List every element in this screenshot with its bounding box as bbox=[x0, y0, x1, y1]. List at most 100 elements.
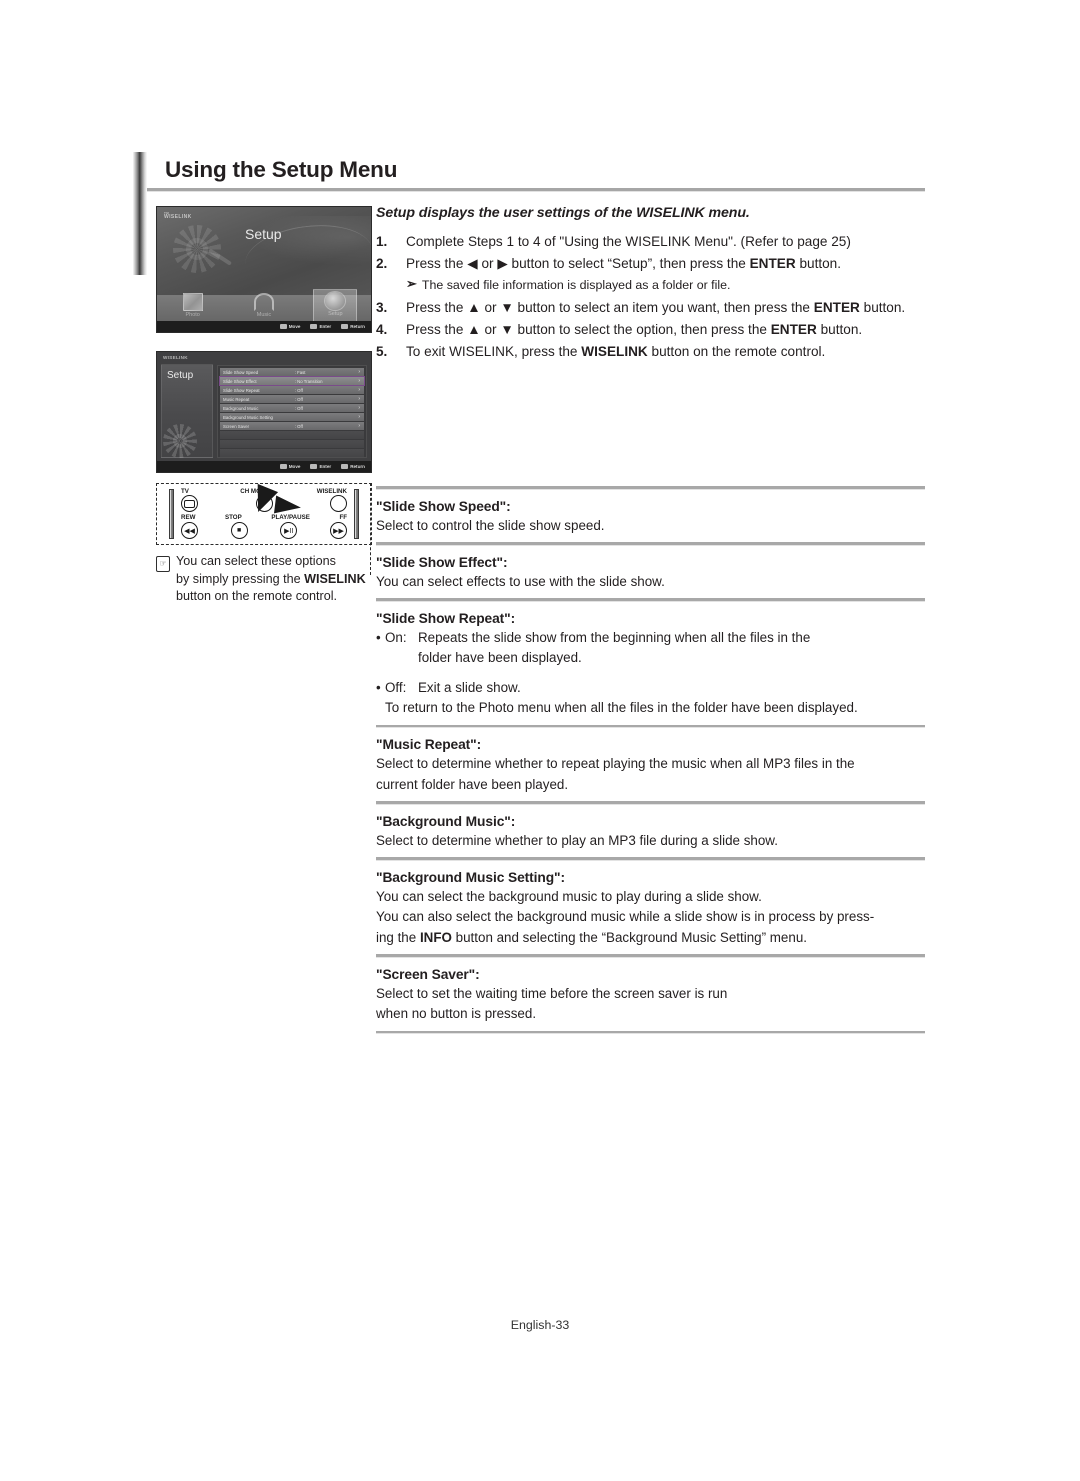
step-text-part: button to select “Setup”, then press the bbox=[507, 256, 750, 271]
tv2-hint-move-label: Move bbox=[288, 464, 301, 469]
tv2-row-label: Music Repeat bbox=[223, 396, 250, 402]
bms-l3-post: button and selecting the “Background Mus… bbox=[451, 929, 807, 945]
up-arrow-icon: ▲ bbox=[467, 322, 481, 337]
step-text-part: To exit WISELINK, press the bbox=[406, 344, 582, 359]
step-text-part: button to select an item you want, then … bbox=[513, 300, 814, 315]
page-title: Using the Setup Menu bbox=[165, 157, 398, 182]
tv2-row-slide-show-repeat[interactable]: Slide Show Repeat : Off › bbox=[220, 386, 364, 394]
tv1-hint-return: Return bbox=[341, 324, 365, 329]
definition-term-background-music-setting: "Background Music Setting": bbox=[376, 869, 565, 885]
tv2-row-empty bbox=[220, 440, 364, 448]
step-text: Press the ▲ or ▼ button to select the op… bbox=[406, 320, 925, 340]
tv2-row-background-music-setting[interactable]: Background Music Setting › bbox=[220, 413, 364, 421]
definition-term-music-repeat: "Music Repeat": bbox=[376, 737, 482, 752]
tv2-row-music-repeat[interactable]: Music Repeat : Off › bbox=[220, 395, 364, 403]
tv2-row-empty bbox=[220, 449, 364, 457]
tv2-hint-return-label: Return bbox=[350, 464, 365, 469]
setup-gear-icon bbox=[325, 291, 346, 310]
remote-mid-labels: REW STOP PLAY/PAUSE FF bbox=[181, 514, 347, 521]
tv2-row-label: Slide Show Effect bbox=[223, 378, 257, 384]
page-footer: English-33 bbox=[510, 1318, 570, 1332]
move-key-icon bbox=[279, 464, 287, 469]
chevron-right-icon: › bbox=[358, 387, 360, 393]
play-pause-button[interactable]: ▶II bbox=[280, 522, 298, 539]
chevron-right-icon: › bbox=[358, 378, 360, 384]
stop-button[interactable]: ■ bbox=[230, 522, 248, 539]
step-number: 3. bbox=[376, 300, 388, 315]
section-divider bbox=[376, 857, 925, 861]
tv2-row-slide-show-speed[interactable]: Slide Show Speed : Fast › bbox=[220, 368, 364, 376]
document-page: Using the Setup Menu TM WISELINK Setup P… bbox=[0, 0, 1080, 1481]
tv2-row-value: : Off bbox=[294, 387, 303, 393]
remote-note-line2-pre: by simply pressing the bbox=[176, 571, 305, 586]
section-divider bbox=[376, 724, 925, 728]
tv1-menu-item-photo[interactable]: Photo bbox=[171, 291, 215, 325]
tv2-hint-return: Return bbox=[341, 464, 365, 469]
step-text: Complete Steps 1 to 4 of "Using the WISE… bbox=[406, 232, 925, 252]
step-text: To exit WISELINK, press the WISELINK but… bbox=[406, 342, 925, 362]
tv1-hint-enter: Enter bbox=[310, 324, 331, 329]
tv2-hint-enter-label: Enter bbox=[319, 464, 332, 469]
step-note: ➢ The saved file information is displaye… bbox=[406, 276, 925, 295]
remote-label-ff: FF bbox=[339, 514, 347, 521]
title-divider bbox=[147, 188, 925, 192]
definition-term-slide-show-repeat: "Slide Show Repeat": bbox=[376, 610, 516, 626]
tv2-row-value: : No Transition bbox=[294, 378, 323, 384]
definition-body-music-repeat-l2: current folder have been played. bbox=[376, 776, 569, 792]
up-arrow-icon: ▲ bbox=[467, 300, 481, 315]
definition-body-slide-show-speed: Select to control the slide show speed. bbox=[376, 517, 605, 533]
step-text-bold: WISELINK bbox=[581, 344, 648, 359]
remote-control-diagram: TV CH MGR WISELINK REW STOP PLAY/PAUSE F… bbox=[156, 483, 372, 545]
tv1-hint-move-label: Move bbox=[288, 324, 301, 329]
definition-bullet-on-cont: folder have been displayed. bbox=[418, 650, 582, 665]
tv2-row-slide-show-effect[interactable]: Slide Show Effect : No Transition › bbox=[219, 376, 365, 386]
step-item: 5. To exit WISELINK, press the WISELINK … bbox=[376, 342, 925, 362]
music-icon bbox=[253, 292, 274, 311]
bms-l3-pre: ing the bbox=[376, 929, 420, 945]
step-text-part: Complete Steps 1 to 4 of "Using the WISE… bbox=[406, 234, 851, 249]
return-key-icon bbox=[341, 464, 349, 469]
step-text-part: button. bbox=[795, 256, 842, 271]
section-divider bbox=[376, 542, 925, 546]
tv2-hint-enter: Enter bbox=[310, 464, 331, 469]
wiselink-logo-text: WISELINK bbox=[164, 214, 192, 221]
remote-wiselink-button[interactable] bbox=[330, 495, 347, 512]
remote-right-rail bbox=[354, 489, 359, 539]
step-text-bold: ENTER bbox=[749, 256, 796, 271]
tv2-row-screen-saver[interactable]: Screen Saver : Off › bbox=[220, 422, 364, 430]
tv2-row-value: : Off bbox=[294, 423, 303, 429]
tv2-row-label: Background Music bbox=[223, 405, 259, 411]
rewind-button[interactable]: ◀◀ bbox=[181, 522, 198, 539]
remote-label-wiselink: WISELINK bbox=[316, 488, 347, 495]
definition-body-slide-show-effect: You can select effects to use with the s… bbox=[376, 573, 665, 589]
title-accent-bar bbox=[133, 152, 147, 275]
tv2-hint-move: Move bbox=[279, 464, 301, 469]
tv1-menu-label-setup: Setup bbox=[328, 310, 343, 317]
section-divider bbox=[376, 486, 925, 490]
step-text-part: button to select the option, then press … bbox=[513, 322, 771, 337]
remote-note-wiselink: WISELINK bbox=[304, 571, 366, 586]
step-text-part: button. bbox=[859, 300, 906, 315]
tv1-hint-enter-label: Enter bbox=[319, 324, 332, 329]
tv2-row-label: Background Music Setting bbox=[223, 414, 273, 420]
definition-term-slide-show-effect: "Slide Show Effect": bbox=[376, 554, 508, 570]
step-number: 2. bbox=[376, 256, 388, 271]
fast-forward-button[interactable]: ▶▶ bbox=[329, 522, 347, 539]
definition-body-background-music: Select to determine whether to play an M… bbox=[376, 832, 778, 848]
remote-tv-button[interactable] bbox=[181, 495, 198, 512]
step-text-bold: ENTER bbox=[770, 322, 817, 337]
tv2-row-value: : Off bbox=[294, 405, 303, 411]
tv1-hint-return-label: Return bbox=[350, 324, 365, 329]
tv1-menu-item-music[interactable]: Music bbox=[242, 291, 286, 325]
definitions-section: "Slide Show Speed": Select to control th… bbox=[376, 486, 925, 1043]
wiselink-logo: TM WISELINK bbox=[164, 211, 192, 221]
remote-note-line1: You can select these options bbox=[176, 554, 336, 568]
chevron-right-icon: › bbox=[358, 414, 360, 420]
tv2-panel-title: Setup bbox=[167, 370, 194, 381]
remote-note-text: You can select these options by simply p… bbox=[176, 553, 376, 606]
step-text-part: Press the bbox=[406, 300, 468, 315]
tv-screenshot-setup-splash: TM WISELINK Setup Photo Music Setup Move… bbox=[156, 206, 372, 333]
step-number: 1. bbox=[376, 234, 388, 249]
definition-body-screen-saver-l2: when no button is pressed. bbox=[376, 1006, 537, 1021]
tv2-row-background-music[interactable]: Background Music : Off › bbox=[220, 404, 364, 412]
